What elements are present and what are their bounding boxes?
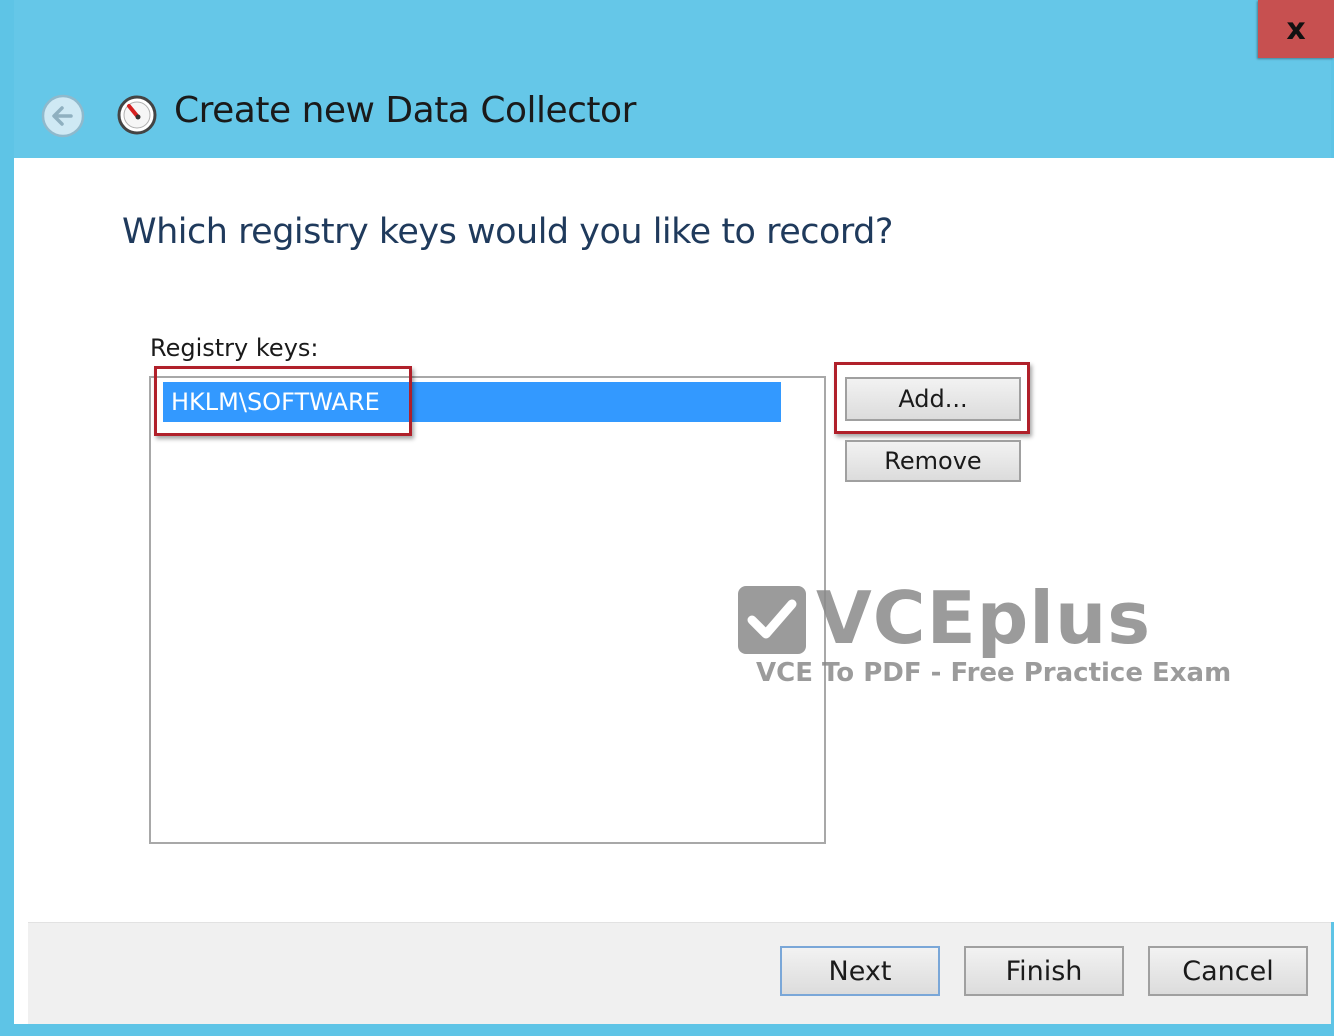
back-arrow-icon[interactable]	[41, 94, 85, 138]
finish-button[interactable]: Finish	[964, 946, 1124, 996]
annotation-highlight-registry-key	[154, 366, 412, 436]
annotation-highlight-add-button	[834, 362, 1030, 434]
window-border-left	[0, 0, 14, 1036]
next-button[interactable]: Next	[780, 946, 940, 996]
window-border-bottom	[0, 1024, 1334, 1036]
window-title: Create new Data Collector	[174, 90, 636, 131]
close-button[interactable]: x	[1258, 0, 1334, 58]
cancel-button[interactable]: Cancel	[1148, 946, 1308, 996]
footer-bar	[28, 922, 1331, 1025]
registry-keys-label: Registry keys:	[150, 334, 319, 362]
dialog-window: x Create new Data Collector Which regist…	[0, 0, 1334, 1036]
data-collector-icon	[116, 94, 158, 136]
title-bar	[0, 0, 1334, 158]
page-heading: Which registry keys would you like to re…	[122, 212, 893, 252]
remove-button[interactable]: Remove	[845, 440, 1021, 482]
registry-keys-listbox[interactable]: HKLM\SOFTWARE	[149, 376, 826, 844]
